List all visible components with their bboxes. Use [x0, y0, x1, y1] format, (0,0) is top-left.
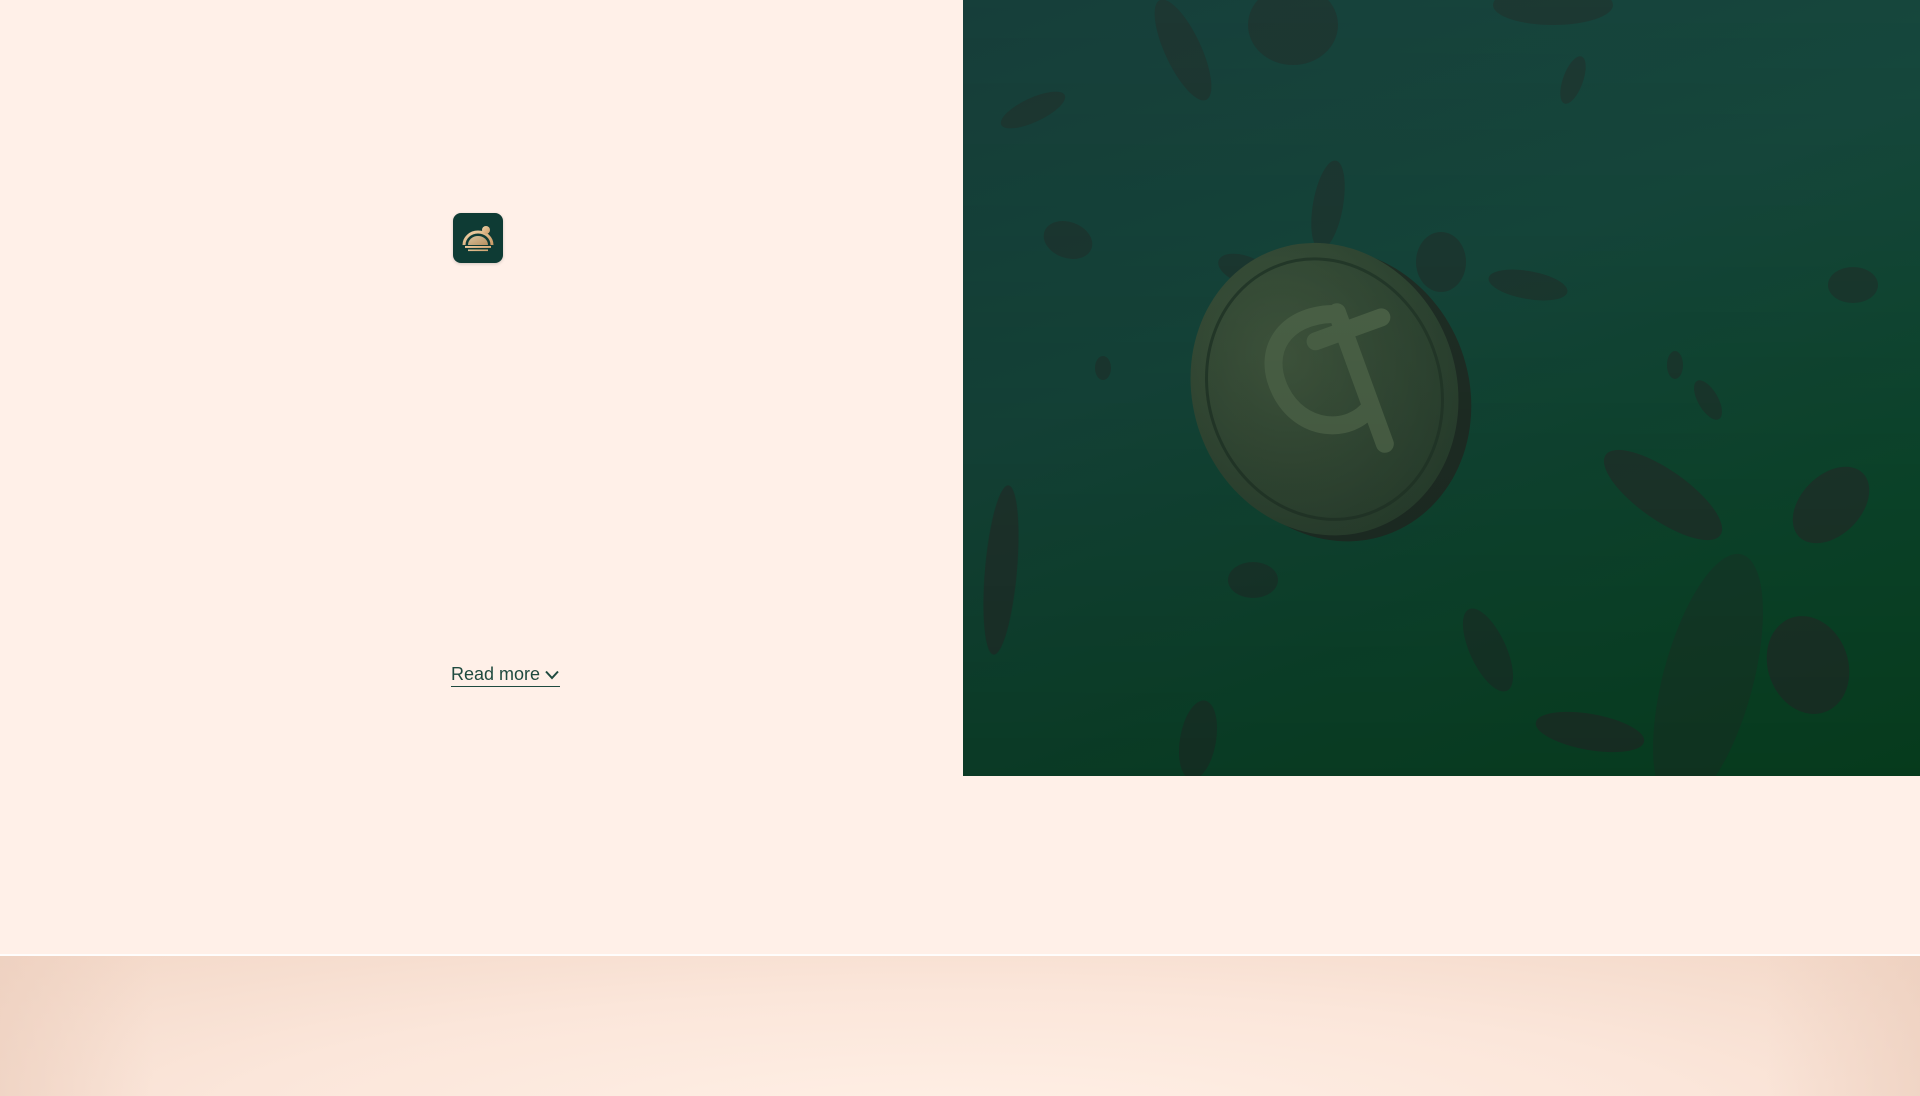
read-more-label: Read more — [451, 664, 541, 684]
page: Read more — [0, 0, 1920, 1096]
chevron-down-icon — [544, 668, 560, 682]
falling-coins-image — [963, 0, 1920, 776]
read-more-link[interactable]: Read more — [451, 664, 561, 687]
next-section — [0, 956, 1920, 1096]
app-logo-icon — [453, 213, 503, 263]
hero-text-panel: Read more — [0, 0, 963, 776]
